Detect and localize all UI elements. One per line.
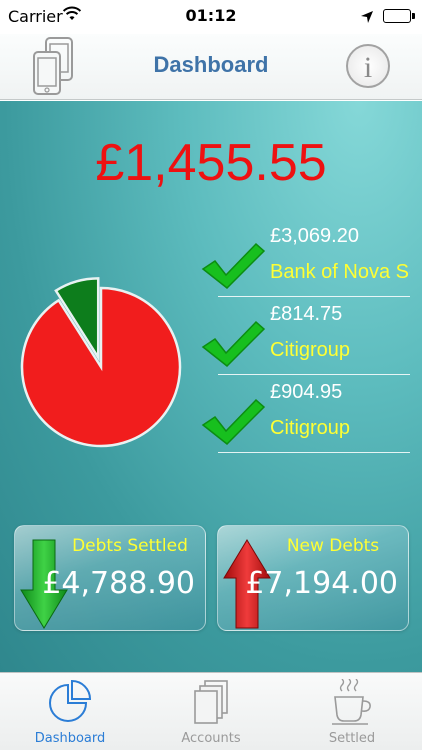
pie-chart-icon	[49, 679, 92, 722]
divider	[218, 452, 410, 453]
location-arrow-icon	[360, 9, 374, 28]
battery-tip	[412, 13, 415, 19]
tab-settled[interactable]: Settled	[282, 673, 422, 750]
debt-creditor: Bank of Nova Scotia	[270, 261, 410, 283]
tab-label: Accounts	[181, 731, 241, 746]
debt-list: £3,069.20 Bank of Nova Scotia £814.75 Ci…	[198, 219, 422, 453]
checkmark-icon	[201, 320, 266, 368]
stacked-documents-icon	[194, 680, 228, 724]
nav-bar: Dashboard i	[0, 34, 422, 100]
debt-item[interactable]: £814.75 Citigroup	[198, 297, 422, 375]
pie-slice-outstanding	[20, 286, 182, 448]
tab-label: Settled	[328, 731, 376, 746]
clock: 01:12	[185, 6, 237, 25]
card-title: New Debts	[286, 536, 380, 556]
tab-accounts[interactable]: Accounts	[141, 673, 281, 750]
info-button[interactable]: i	[346, 44, 390, 88]
debt-item[interactable]: £904.95 Citigroup	[198, 375, 422, 453]
debt-creditor: Citigroup	[270, 339, 351, 361]
tab-bar: Dashboard Accounts Settled	[0, 672, 422, 750]
dashboard-panel: £1,455.55 £3,069.20 Bank of Nova Scotia …	[0, 101, 422, 672]
debt-pie-chart[interactable]	[20, 271, 192, 451]
card-amount: £7,194.00	[245, 566, 398, 601]
coffee-cup-icon	[332, 679, 371, 725]
debt-amount: £3,069.20	[270, 225, 359, 247]
total-balance: £1,455.55	[95, 134, 327, 192]
info-icon: i	[363, 51, 373, 84]
card-title: Debts Settled	[72, 536, 188, 556]
tab-label: Dashboard	[34, 731, 106, 746]
debt-amount: £814.75	[270, 303, 343, 325]
debt-amount: £904.95	[270, 381, 343, 403]
debts-settled-card[interactable]: Debts Settled £4,788.90	[14, 525, 206, 631]
checkmark-icon	[201, 398, 266, 446]
debt-creditor: Citigroup	[270, 417, 351, 439]
checkmark-icon	[201, 242, 266, 290]
new-debts-card[interactable]: New Debts £7,194.00	[217, 525, 409, 631]
tab-dashboard[interactable]: Dashboard	[0, 673, 140, 750]
battery-icon	[383, 9, 411, 23]
status-bar: Carrier 01:12	[0, 0, 422, 34]
card-amount: £4,788.90	[42, 566, 195, 601]
debt-item[interactable]: £3,069.20 Bank of Nova Scotia	[198, 219, 422, 297]
